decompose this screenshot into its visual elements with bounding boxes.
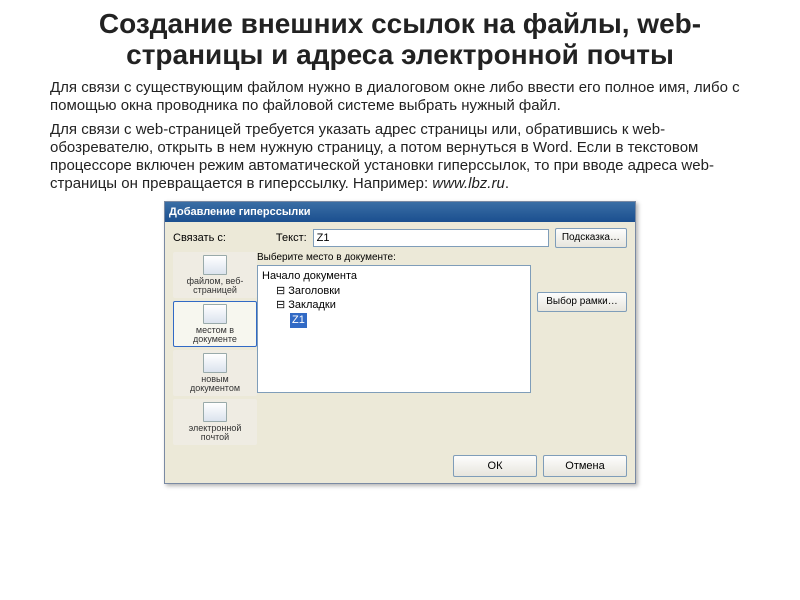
ok-button[interactable]: ОК (453, 455, 537, 477)
document-tree[interactable]: Начало документа ⊟ Заголовки ⊟ Закладки … (257, 265, 531, 393)
link-to-sidebar: файлом, веб-страницей местом в документе… (173, 252, 251, 445)
select-place-label: Выберите место в документе: (257, 252, 531, 263)
dialog-title: Добавление гиперссылки (169, 206, 310, 218)
cancel-button[interactable]: Отмена (543, 455, 627, 477)
tree-root[interactable]: Начало документа (262, 269, 526, 284)
sidebar-item-place-in-doc[interactable]: местом в документе (173, 301, 257, 347)
hint-button[interactable]: Подсказка… (555, 228, 627, 248)
tree-bookmark-z1[interactable]: Z1 (262, 313, 526, 328)
link-to-label: Связать с: (173, 232, 226, 244)
globe-page-icon (203, 255, 227, 275)
paragraph-1: Для связи с существующим файлом нужно в … (50, 79, 750, 115)
dialog-titlebar: Добавление гиперссылки (165, 202, 635, 222)
sidebar-item-file-web[interactable]: файлом, веб-страницей (173, 252, 257, 298)
paragraph-2-text: Для связи с web-страницей требуется указ… (50, 121, 714, 192)
example-url: www.lbz.ru (432, 175, 505, 192)
tree-headings[interactable]: ⊟ Заголовки (262, 284, 526, 299)
text-input[interactable]: Z1 (313, 229, 549, 247)
sidebar-item-email[interactable]: электронной почтой (173, 399, 257, 445)
hyperlink-dialog: Добавление гиперссылки Связать с: Текст:… (164, 201, 636, 484)
tree-bookmarks[interactable]: ⊟ Закладки (262, 298, 526, 313)
text-label: Текст: (276, 232, 307, 244)
envelope-icon (203, 402, 227, 422)
frame-select-button[interactable]: Выбор рамки… (537, 292, 627, 312)
sidebar-item-new-document[interactable]: новым документом (173, 350, 257, 396)
slide-title: Создание внешних ссылок на файлы, web-ст… (50, 8, 750, 71)
document-target-icon (203, 304, 227, 324)
paragraph-2: Для связи с web-страницей требуется указ… (50, 121, 750, 193)
new-document-icon (203, 353, 227, 373)
